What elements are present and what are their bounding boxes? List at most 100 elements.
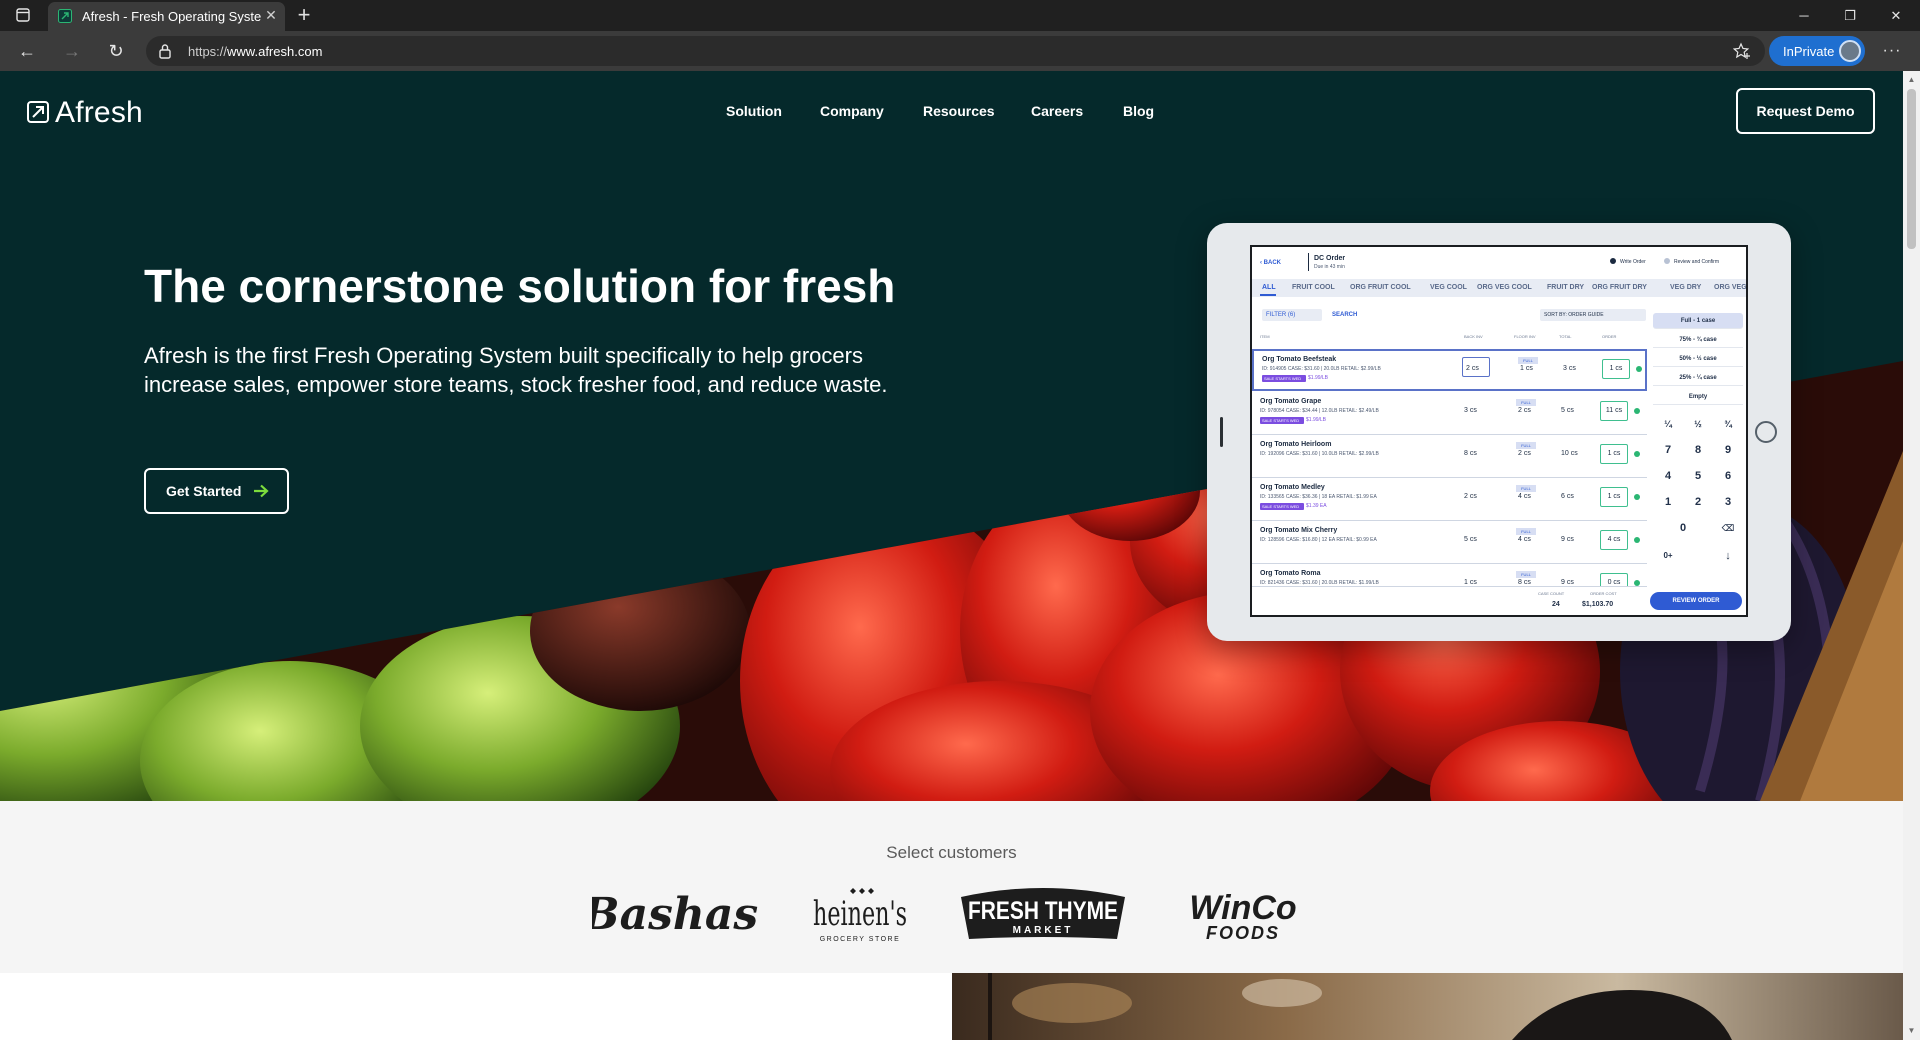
keypad-key: 7 — [1664, 444, 1672, 456]
row-order: 11 cs — [1600, 401, 1628, 421]
get-started-button[interactable]: Get Started — [144, 468, 289, 514]
browser-title-bar: Afresh - Fresh Operating System ✕ + ─ ❐ … — [0, 0, 1920, 31]
afresh-logo-icon — [27, 101, 49, 123]
scroll-down-icon[interactable]: ▼ — [1903, 1024, 1920, 1038]
sort-chip: SORT BY: ORDER GUIDE — [1540, 309, 1646, 321]
screen-tab: ORG VEG COOL — [1477, 284, 1532, 291]
screen-tab: ORG FRUIT DRY — [1592, 284, 1647, 291]
keypad-key: 0 — [1679, 522, 1687, 534]
nav-company[interactable]: Company — [820, 101, 884, 121]
tablet-mockup: ‹ BACK DC Order Due in 43 min Write Orde… — [1207, 223, 1791, 641]
row-name: Org Tomato Heirloom — [1260, 441, 1332, 448]
row-meta: ID: 133565 CASE: $36.36 | 18 EA RETAIL: … — [1260, 494, 1377, 500]
order-cost-label: ORDER COST — [1590, 591, 1617, 596]
bashas-logo[interactable]: Bashas' — [592, 879, 762, 949]
page-scrollbar[interactable]: ▲ ▼ — [1903, 71, 1920, 1040]
logo-text: Afresh — [55, 96, 143, 129]
row-floor: 4 cs — [1518, 493, 1531, 500]
scrollbar-thumb[interactable] — [1907, 89, 1916, 249]
inprivate-label: InPrivate — [1783, 44, 1835, 59]
lock-icon[interactable] — [158, 43, 172, 59]
keypad-key: 4 — [1664, 470, 1672, 482]
winco-logo-text: WinCo — [1189, 889, 1296, 927]
site-header: Afresh Solution Company Resources Career… — [0, 71, 1903, 161]
step1-dot — [1610, 258, 1616, 264]
hero-section: Afresh Solution Company Resources Career… — [0, 71, 1903, 801]
fresh-thyme-logo[interactable]: FRESH THYME MARKET — [955, 879, 1131, 949]
step2-dot — [1664, 258, 1670, 264]
tablet-screen: ‹ BACK DC Order Due in 43 min Write Orde… — [1250, 245, 1748, 617]
row-status-dot — [1634, 537, 1640, 543]
keypad-backspace-icon: ⌫ — [1721, 523, 1735, 533]
browser-tab-active[interactable]: Afresh - Fresh Operating System ✕ — [48, 2, 285, 31]
order-row: Org Tomato Grape ID: 978054 CASE: $34.44… — [1252, 393, 1647, 435]
scroll-up-icon[interactable]: ▲ — [1903, 73, 1920, 87]
keypad-option: Empty — [1653, 389, 1743, 405]
fresh-thyme-logo-text: FRESH THYME — [968, 897, 1118, 925]
afresh-favicon-icon — [58, 9, 72, 23]
keypad-fraction: ¼ — [1664, 419, 1672, 429]
inprivate-profile-button[interactable]: InPrivate — [1769, 36, 1865, 66]
nav-resources[interactable]: Resources — [923, 101, 995, 121]
web-page: Afresh Solution Company Resources Career… — [0, 71, 1903, 1040]
keypad-option: 25% - ¼ case — [1653, 370, 1743, 386]
step2-label: Review and Confirm — [1674, 259, 1720, 265]
row-name: Org Tomato Roma — [1260, 570, 1321, 577]
col-floor: FLOOR INV — [1514, 334, 1536, 339]
row-status-dot — [1634, 580, 1640, 586]
order-row: Org Tomato Mix Cherry ID: 128596 CASE: $… — [1252, 522, 1647, 564]
row-floor: 4 cs — [1518, 536, 1531, 543]
keypad-key: 6 — [1724, 470, 1732, 482]
row-sale-tag: SALE STARTS WED — [1262, 375, 1306, 382]
screen-search: SEARCH — [1332, 312, 1358, 318]
row-back: 1 cs — [1464, 579, 1477, 586]
back-button[interactable]: ← — [15, 39, 39, 63]
url-text[interactable]: https://www.afresh.com — [188, 44, 322, 59]
order-row: Org Tomato Medley ID: 133565 CASE: $36.3… — [1252, 479, 1647, 521]
url-host: www.afresh.com — [227, 44, 323, 59]
row-sale-price: $1.99/LB — [1308, 375, 1329, 381]
customers-section: Select customers Bashas' heinen's GROCER… — [0, 801, 1903, 973]
forward-button[interactable]: → — [60, 39, 84, 63]
nav-blog[interactable]: Blog — [1123, 101, 1154, 121]
screen-keypad: Full - 1 case 75% - ¾ case 50% - ½ case … — [1653, 313, 1743, 583]
tab-close-icon[interactable]: ✕ — [263, 7, 279, 23]
tab-actions-icon[interactable] — [16, 8, 30, 22]
screen-tab: ORG VEG — [1714, 284, 1747, 291]
row-full-tag: FULL — [1516, 399, 1536, 406]
bashas-logo-text: Bashas' — [592, 889, 762, 940]
order-cost-value: $1,103.70 — [1582, 601, 1614, 608]
winco-logo[interactable]: WinCo FOODS — [1188, 879, 1298, 949]
row-total: 5 cs — [1561, 407, 1574, 414]
order-row: Org Tomato Heirloom ID: 192096 CASE: $31… — [1252, 436, 1647, 478]
keypad-key: 5 — [1694, 470, 1702, 482]
minimize-button[interactable]: ─ — [1781, 0, 1827, 31]
tab-title: Afresh - Fresh Operating System — [82, 9, 262, 24]
nav-careers[interactable]: Careers — [1031, 101, 1083, 121]
settings-more-icon[interactable]: ··· — [1880, 39, 1904, 63]
col-back: BACK INV — [1464, 334, 1483, 339]
row-total: 3 cs — [1563, 365, 1576, 372]
keypad-key: 3 — [1724, 496, 1732, 508]
fresh-thyme-logo-sub: MARKET — [1013, 925, 1074, 936]
order-row: Org Tomato Roma ID: 821436 CASE: $31.60 … — [1252, 565, 1647, 587]
keypad-key: 9 — [1724, 444, 1732, 456]
nav-solution[interactable]: Solution — [726, 101, 782, 121]
row-name: Org Tomato Grape — [1260, 398, 1322, 405]
col-order: ORDER — [1602, 334, 1617, 339]
add-favorite-icon[interactable] — [1733, 42, 1751, 60]
next-section — [0, 973, 1903, 1040]
heinens-logo[interactable]: heinen's GROCERY STORE — [810, 879, 910, 949]
restore-button[interactable]: ❐ — [1827, 0, 1873, 31]
address-bar[interactable]: https://www.afresh.com — [146, 36, 1765, 66]
request-demo-button[interactable]: Request Demo — [1736, 88, 1875, 134]
close-window-button[interactable]: ✕ — [1873, 0, 1919, 31]
new-tab-button[interactable]: + — [293, 4, 315, 26]
winco-logo-sub: FOODS — [1206, 923, 1280, 943]
col-total: TOTAL — [1559, 334, 1572, 339]
screen-tab: FRUIT DRY — [1547, 284, 1585, 291]
step1-label: Write Order — [1620, 259, 1646, 265]
reload-button[interactable]: ↻ — [104, 39, 128, 63]
screen-tab: VEG DRY — [1670, 284, 1702, 291]
row-full-tag: FULL — [1516, 528, 1536, 535]
